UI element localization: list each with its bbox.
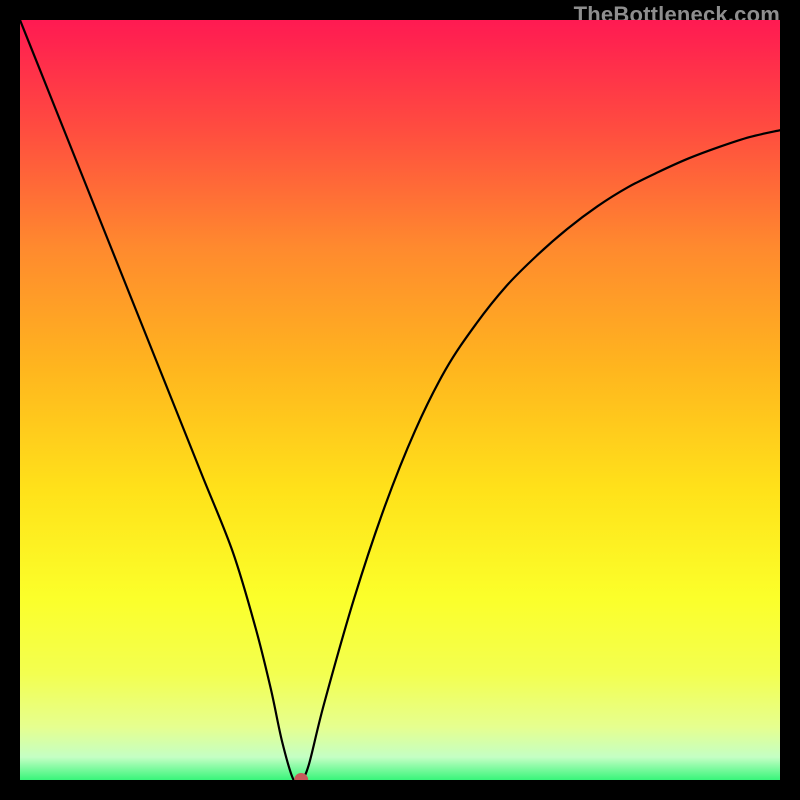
chart-frame: TheBottleneck.com <box>0 0 800 800</box>
bottleneck-chart-svg <box>20 20 780 780</box>
gradient-background <box>20 20 780 780</box>
plot-area <box>20 20 780 780</box>
